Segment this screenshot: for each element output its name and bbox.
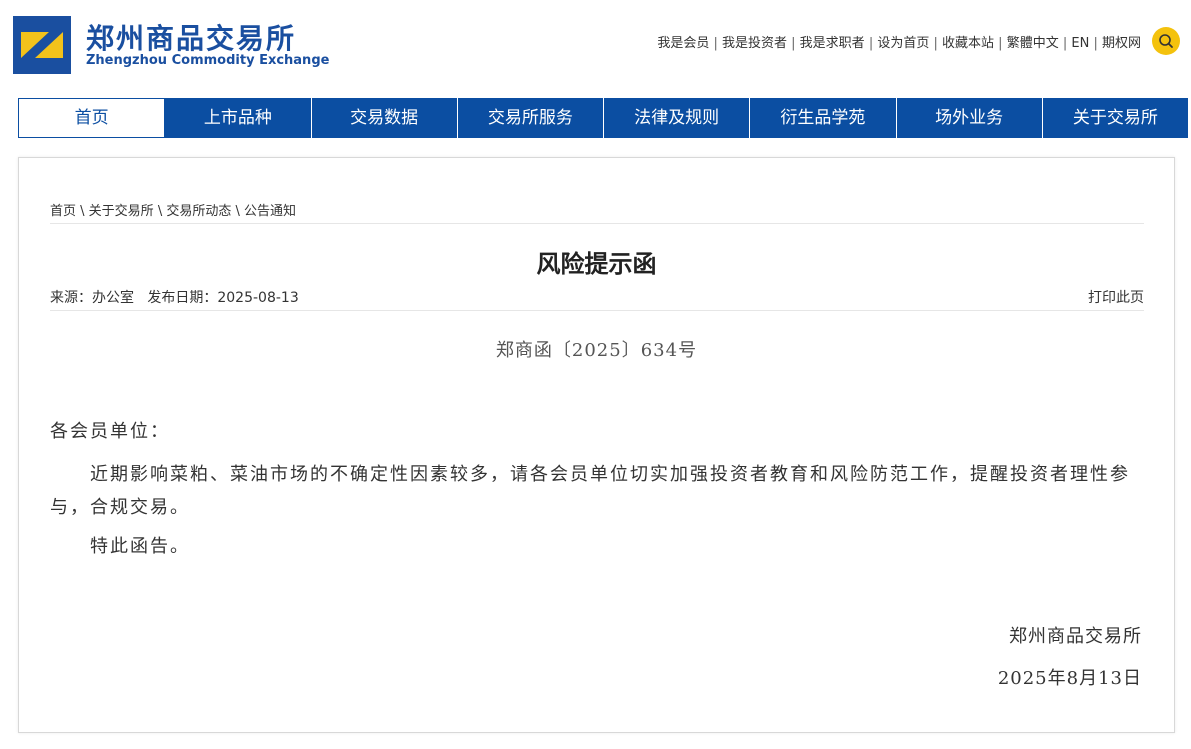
link-options-site[interactable]: 期权网 <box>1102 36 1141 51</box>
separator: | <box>998 36 1003 51</box>
print-page-link[interactable]: 打印此页 <box>1088 287 1144 307</box>
body-paragraph: 特此函告。 <box>90 536 190 557</box>
logo[interactable]: 郑州商品交易所 Zhengzhou Commodity Exchange <box>10 11 329 81</box>
breadcrumb: 首页 \ 关于交易所 \ 交易所动态 \ 公告通知 <box>50 200 296 219</box>
body-paragraph: 近期影响菜粕、菜油市场的不确定性因素较多，请各会员单位切实加强投资者教育和风险防… <box>50 464 1130 518</box>
breadcrumb-notices[interactable]: 公告通知 <box>244 204 296 219</box>
link-member[interactable]: 我是会员 <box>657 36 709 51</box>
article-meta: 来源：办公室 发布日期：2025-08-13 <box>50 287 299 307</box>
divider <box>50 223 1144 224</box>
date-value: 2025-08-13 <box>217 290 299 306</box>
signature-date: 2025年8月13日 <box>997 668 1142 689</box>
salutation: 各会员单位： <box>50 421 170 442</box>
article-body: 各会员单位： 近期影响菜粕、菜油市场的不确定性因素较多，请各会员单位切实加强投资… <box>50 416 1143 569</box>
breadcrumb-separator: \ <box>80 204 89 219</box>
source-label: 来源： <box>50 290 92 306</box>
nav-item-listed-products[interactable]: 上市品种 <box>165 98 312 138</box>
breadcrumb-news[interactable]: 交易所动态 <box>166 204 231 219</box>
separator: | <box>791 36 800 51</box>
top-links: 我是会员 | 我是投资者 | 我是求职者 | 设为首页 | 收藏本站 | 繁體中… <box>657 32 1141 51</box>
document-number: 郑商函〔2025〕634号 <box>495 340 698 361</box>
nav-item-about-exchange[interactable]: 关于交易所 <box>1043 98 1188 138</box>
date-label: 发布日期： <box>147 290 218 306</box>
link-set-homepage[interactable]: 设为首页 <box>877 36 929 51</box>
breadcrumb-home[interactable]: 首页 <box>50 204 76 219</box>
source-value: 办公室 <box>92 290 134 306</box>
nav-item-laws-rules[interactable]: 法律及规则 <box>604 98 751 138</box>
search-icon <box>1159 34 1173 48</box>
article-panel: 首页 \ 关于交易所 \ 交易所动态 \ 公告通知 风险提示函 来源：办公室 发… <box>18 157 1175 733</box>
separator: | <box>933 36 943 51</box>
link-jobseeker[interactable]: 我是求职者 <box>800 36 865 51</box>
breadcrumb-separator: \ <box>235 204 245 219</box>
signature-org: 郑州商品交易所 <box>1009 626 1142 647</box>
link-traditional-chinese[interactable]: 繁體中文 <box>1007 36 1059 51</box>
separator: | <box>713 36 722 51</box>
logo-mark-icon <box>13 16 71 74</box>
signature-block: 郑州商品交易所 2025年8月13日 <box>998 616 1142 700</box>
nav-item-trading-data[interactable]: 交易数据 <box>312 98 458 138</box>
logo-english-name: Zhengzhou Commodity Exchange <box>86 53 330 68</box>
link-bookmark[interactable]: 收藏本站 <box>942 36 994 51</box>
nav-item-derivatives-academy[interactable]: 衍生品学苑 <box>750 98 897 138</box>
logo-chinese-name: 郑州商品交易所 <box>86 22 297 55</box>
nav-item-otc-business[interactable]: 场外业务 <box>897 98 1043 138</box>
divider <box>50 310 1144 311</box>
nav-item-exchange-services[interactable]: 交易所服务 <box>458 98 604 138</box>
nav-item-home[interactable]: 首页 <box>18 98 166 138</box>
main-nav: 首页 上市品种 交易数据 交易所服务 法律及规则 衍生品学苑 场外业务 关于交易… <box>18 98 1188 138</box>
separator: | <box>1093 36 1102 51</box>
search-button[interactable] <box>1152 27 1180 55</box>
link-investor[interactable]: 我是投资者 <box>722 36 787 51</box>
link-english[interactable]: EN <box>1071 36 1089 51</box>
breadcrumb-about[interactable]: 关于交易所 <box>89 204 154 219</box>
article-title: 风险提示函 <box>536 250 657 278</box>
